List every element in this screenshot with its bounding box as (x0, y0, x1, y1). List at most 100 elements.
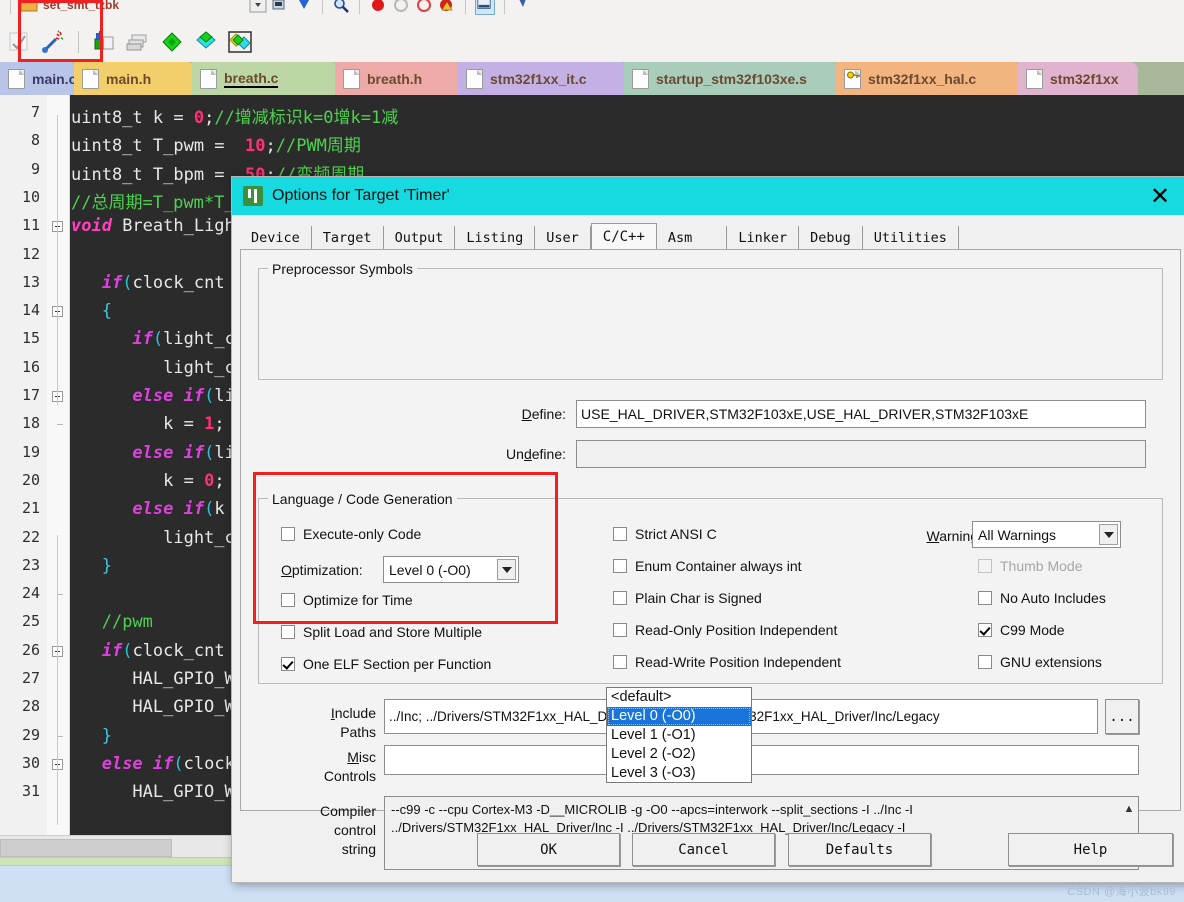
chevron-down-icon[interactable] (1099, 524, 1118, 545)
optimization-combo[interactable]: Level 0 (-O0) (383, 556, 519, 583)
file-tab-breath-h[interactable]: breath.h (335, 62, 462, 95)
checkbox-icon[interactable] (281, 657, 295, 671)
checkbox-plain-char-is-signed[interactable]: Plain Char is Signed (613, 590, 762, 606)
insert-block-icon[interactable] (91, 29, 117, 55)
scrollbar-thumb[interactable] (0, 839, 172, 857)
dialog-tab-strip[interactable]: DeviceTargetOutputListingUserC/C++AsmLin… (240, 223, 1181, 250)
green-diamond-icon[interactable] (159, 29, 185, 55)
file-tab-label: breath.c (224, 70, 278, 88)
optimization-option-default[interactable]: <default> (607, 688, 751, 707)
close-icon[interactable]: ✕ (1141, 182, 1179, 210)
checkbox-strict-ansi-c[interactable]: Strict ANSI C (613, 526, 717, 542)
checkbox-split-load-and-store-multiple[interactable]: Split Load and Store Multiple (281, 624, 482, 640)
dialog-tab-user[interactable]: User (535, 226, 591, 250)
checkbox-label: GNU extensions (1000, 654, 1102, 670)
checkbox-icon[interactable] (613, 623, 627, 637)
windows-icon[interactable] (125, 29, 151, 55)
checkbox-optimize-for-time[interactable]: Optimize for Time (281, 592, 413, 608)
checkbox-icon[interactable] (978, 623, 992, 637)
document-icon (1026, 69, 1043, 89)
magnifier-icon[interactable] (332, 0, 350, 14)
undefine-input[interactable] (576, 440, 1146, 468)
options-dialog[interactable]: Options for Target 'Timer' ✕ DeviceTarge… (231, 176, 1184, 883)
checkbox-no-auto-includes[interactable]: No Auto Includes (978, 590, 1106, 606)
checkbox-enum-container-always-int[interactable]: Enum Container always int (613, 558, 802, 574)
checkbox-label: One ELF Section per Function (303, 656, 491, 672)
build-target-icon[interactable] (272, 0, 290, 14)
optimization-dropdown-list[interactable]: <default>Level 0 (-O0)Level 1 (-O1)Level… (606, 687, 752, 783)
code-folding-column[interactable] (47, 95, 70, 835)
file-tab-startup-stm32f103xe-s[interactable]: startup_stm32f103xe.s (624, 62, 840, 95)
checkbox-icon[interactable] (613, 527, 627, 541)
line-number: 24 (0, 584, 40, 602)
include-paths-browse-button[interactable]: ... (1105, 699, 1139, 734)
checkbox-icon[interactable] (281, 625, 295, 639)
toolbar-separator (322, 0, 323, 14)
checkbox-read-only-position-independent[interactable]: Read-Only Position Independent (613, 622, 837, 638)
dialog-tab-target[interactable]: Target (312, 226, 384, 250)
dialog-button-cancel[interactable]: Cancel (632, 833, 775, 866)
file-tab-stm32f1xx-hal-c[interactable]: stm32f1xx_hal.c (836, 62, 1022, 95)
dialog-button-help[interactable]: Help (1008, 833, 1173, 866)
red-warning-icon[interactable] (438, 0, 456, 14)
blue-arrow-icon[interactable] (295, 0, 313, 14)
line-number: 15 (0, 329, 40, 347)
optimization-option-level-3-o3[interactable]: Level 3 (-O3) (607, 764, 751, 783)
gray-circle-icon[interactable] (392, 0, 410, 14)
window-icon[interactable] (475, 0, 495, 15)
dialog-tab-output[interactable]: Output (384, 226, 456, 250)
chevron-down-icon[interactable] (497, 559, 516, 580)
checkbox-c99-mode[interactable]: C99 Mode (978, 622, 1065, 638)
misc-controls-input[interactable] (384, 745, 1139, 775)
file-tab-label: breath.h (367, 71, 422, 87)
blue-pin-icon[interactable] (514, 0, 532, 14)
red-circle-icon[interactable] (415, 0, 433, 14)
define-input[interactable]: USE_HAL_DRIVER,STM32F103xE,USE_HAL_DRIVE… (576, 400, 1146, 428)
warnings-combo[interactable]: All Warnings (972, 521, 1121, 548)
checkbox-read-write-position-independent[interactable]: Read-Write Position Independent (613, 654, 841, 670)
checkbox-icon[interactable] (613, 591, 627, 605)
folder-icon[interactable] (20, 0, 38, 14)
file-tab-stm32f1xx-it-c[interactable]: stm32f1xx_it.c (458, 62, 628, 95)
checkbox-gnu-extensions[interactable]: GNU extensions (978, 654, 1102, 670)
cyan-diamond-icon[interactable] (193, 29, 219, 55)
checkbox-icon[interactable] (613, 655, 627, 669)
optimization-option-level-2-o2[interactable]: Level 2 (-O2) (607, 745, 751, 764)
checkbox-label: Optimize for Time (303, 592, 413, 608)
checkbox-icon[interactable] (281, 593, 295, 607)
dialog-tab-linker[interactable]: Linker (727, 226, 799, 250)
checkbox-label: Plain Char is Signed (635, 590, 762, 606)
red-stop-icon[interactable] (369, 0, 387, 14)
dialog-tab-device[interactable]: Device (240, 226, 312, 250)
checkbox-execute-only-code[interactable]: Execute-only Code (281, 526, 421, 542)
file-tab-main-h[interactable]: main.h (74, 62, 196, 95)
checkmark-box-icon[interactable] (6, 29, 32, 55)
optimization-option-level-1-o1[interactable]: Level 1 (-O1) (607, 726, 751, 745)
checkbox-icon[interactable] (978, 655, 992, 669)
file-tab-main-c[interactable]: main.c (0, 62, 78, 95)
define-label: Define: (486, 406, 566, 422)
line-number: 29 (0, 726, 40, 744)
file-tab-label: stm32f1xx (1050, 71, 1119, 87)
optimization-option-level-0-o0[interactable]: Level 0 (-O0) (607, 707, 751, 726)
code-line: } (71, 556, 112, 576)
checkbox-icon[interactable] (613, 559, 627, 573)
warnings-value: All Warnings (978, 527, 1056, 543)
magic-wand-icon[interactable] (40, 29, 66, 55)
dialog-tab-asm[interactable]: Asm (657, 226, 727, 250)
checkbox-label: Execute-only Code (303, 526, 421, 542)
project-dropdown[interactable] (249, 0, 267, 14)
file-tab-breath-c[interactable]: breath.c (192, 62, 339, 95)
dialog-tab-debug[interactable]: Debug (799, 226, 863, 250)
dialog-tab-cc[interactable]: C/C++ (591, 223, 657, 250)
dialog-tab-utilities[interactable]: Utilities (863, 226, 959, 250)
checkbox-one-elf-section-per-function[interactable]: One ELF Section per Function (281, 656, 491, 672)
checkbox-icon[interactable] (978, 591, 992, 605)
dialog-button-defaults[interactable]: Defaults (788, 833, 931, 866)
dialog-button-ok[interactable]: OK (477, 833, 620, 866)
file-tab-stm32f1xx[interactable]: stm32f1xx (1018, 62, 1138, 95)
multi-diamond-icon[interactable] (227, 29, 253, 55)
dialog-tab-listing[interactable]: Listing (455, 226, 535, 250)
file-tab-label: main.c (32, 71, 76, 87)
checkbox-icon[interactable] (281, 527, 295, 541)
